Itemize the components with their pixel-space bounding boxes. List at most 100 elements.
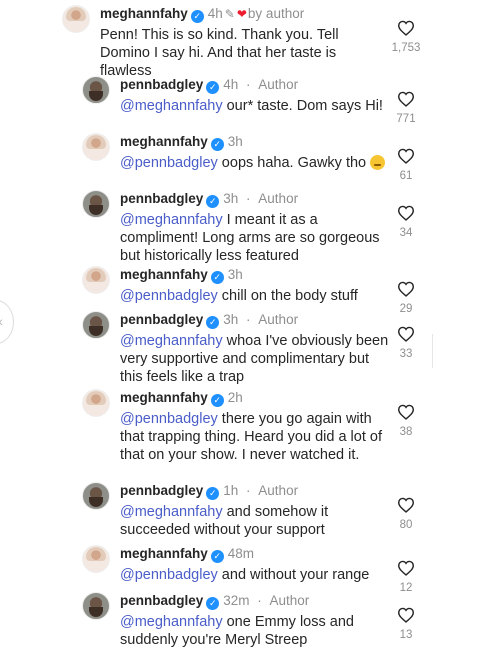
mention-link[interactable]: @pennbadgley bbox=[120, 567, 218, 583]
mention-link[interactable]: @meghannfahy bbox=[120, 212, 223, 228]
avatar[interactable] bbox=[82, 389, 110, 417]
like-button[interactable]: 1,753 bbox=[386, 20, 426, 54]
previous-arrow-button[interactable]: ‹ bbox=[0, 300, 14, 344]
comment-text: @meghannfahy and somehow it succeeded wi… bbox=[120, 503, 390, 539]
like-button[interactable]: 80 bbox=[386, 497, 426, 531]
author-label: Author bbox=[258, 191, 299, 206]
author-label: Author bbox=[258, 312, 299, 327]
comment-body: and without your range bbox=[217, 567, 370, 583]
verified-badge-icon: ✓ bbox=[206, 487, 220, 500]
heart-outline-icon bbox=[397, 205, 415, 221]
pin-icon: ✎ bbox=[224, 7, 235, 21]
mention-link[interactable]: @pennbadgley bbox=[120, 411, 218, 427]
comment-header: pennbadgley ✓ 1h · Author bbox=[120, 483, 299, 500]
comment-header: pennbadgley ✓ 3h · Author bbox=[120, 312, 299, 329]
mention-link[interactable]: @pennbadgley bbox=[120, 155, 218, 171]
like-count: 34 bbox=[399, 227, 413, 239]
avatar[interactable] bbox=[82, 133, 110, 161]
like-count: 1,753 bbox=[391, 42, 421, 54]
username[interactable]: meghannfahy bbox=[120, 134, 208, 149]
heart-outline-icon bbox=[397, 560, 415, 576]
mention-link[interactable]: @meghannfahy bbox=[120, 333, 223, 349]
username[interactable]: pennbadgley bbox=[120, 312, 203, 327]
like-button[interactable]: 13 bbox=[386, 607, 426, 641]
heart-outline-icon bbox=[397, 148, 415, 164]
username[interactable]: pennbadgley bbox=[120, 483, 203, 498]
comment-text: @pennbadgley and without your range bbox=[120, 566, 390, 584]
username[interactable]: pennbadgley bbox=[120, 191, 203, 206]
comment-body: oops haha. Gawky tho bbox=[217, 155, 367, 171]
comment-header: meghannfahy ✓ 3h bbox=[120, 133, 243, 151]
comment-header: pennbadgley ✓ 4h · Author bbox=[120, 77, 299, 94]
scroll-indicator bbox=[432, 334, 433, 368]
like-count: 13 bbox=[399, 629, 413, 641]
verified-badge-icon: ✓ bbox=[206, 597, 220, 610]
username[interactable]: meghannfahy bbox=[120, 390, 208, 405]
verified-badge-icon: ✓ bbox=[210, 394, 224, 407]
avatar[interactable] bbox=[82, 482, 110, 510]
comment-header: pennbadgley ✓ 32m · Author bbox=[120, 593, 310, 610]
heart-outline-icon bbox=[397, 326, 415, 342]
like-button[interactable]: 34 bbox=[386, 205, 426, 239]
chevron-left-icon: ‹ bbox=[0, 313, 3, 329]
username[interactable]: meghannfahy bbox=[120, 546, 208, 561]
like-count: 38 bbox=[399, 426, 413, 438]
comment-time: 4h bbox=[207, 6, 223, 21]
verified-badge-icon: ✓ bbox=[210, 271, 224, 284]
comment-time: 32m bbox=[223, 593, 250, 608]
mention-link[interactable]: @meghannfahy bbox=[120, 614, 223, 630]
mention-link[interactable]: @meghannfahy bbox=[120, 98, 223, 114]
verified-badge-icon: ✓ bbox=[210, 550, 224, 563]
comment-body: our* taste. Dom says Hi! bbox=[222, 98, 383, 114]
comment-body: Penn! This is so kind. Thank you. Tell D… bbox=[100, 27, 339, 79]
comment-time: 3h bbox=[227, 134, 243, 149]
avatar[interactable] bbox=[82, 592, 110, 620]
avatar[interactable] bbox=[82, 311, 110, 339]
comment-text: Penn! This is so kind. Thank you. Tell D… bbox=[100, 26, 375, 80]
verified-badge-icon: ✓ bbox=[206, 195, 220, 208]
comment-text: @pennbadgley chill on the body stuff bbox=[120, 287, 390, 305]
comment-header: meghannfahy ✓ 2h bbox=[120, 389, 243, 407]
author-label: Author bbox=[269, 593, 310, 608]
like-button[interactable]: 61 bbox=[386, 148, 426, 182]
comment-time: 3h bbox=[223, 191, 239, 206]
comment-time: 1h bbox=[223, 483, 239, 498]
author-label: Author bbox=[258, 483, 299, 498]
comment-header: meghannfahy ✓ 4h ✎ ❤by author bbox=[100, 5, 304, 23]
comment-text: @meghannfahy one Emmy loss and suddenly … bbox=[120, 613, 390, 649]
author-label: Author bbox=[258, 77, 299, 92]
comment-header: pennbadgley ✓ 3h · Author bbox=[120, 191, 299, 208]
verified-badge-icon: ✓ bbox=[190, 10, 204, 23]
like-button[interactable]: 12 bbox=[386, 560, 426, 594]
comment-header: meghannfahy ✓ 48m bbox=[120, 545, 254, 563]
username[interactable]: pennbadgley bbox=[120, 593, 203, 608]
like-button[interactable]: 29 bbox=[386, 281, 426, 315]
like-count: 12 bbox=[399, 582, 413, 594]
heart-outline-icon bbox=[397, 281, 415, 297]
heart-outline-icon bbox=[397, 607, 415, 623]
like-button[interactable]: 38 bbox=[386, 404, 426, 438]
username[interactable]: pennbadgley bbox=[120, 77, 203, 92]
heart-outline-icon bbox=[397, 20, 415, 36]
comment-text: @meghannfahy whoa I've obviously been ve… bbox=[120, 332, 390, 386]
avatar[interactable] bbox=[82, 76, 110, 104]
comment-body: chill on the body stuff bbox=[217, 288, 358, 304]
comment-time: 2h bbox=[227, 390, 243, 405]
username[interactable]: meghannfahy bbox=[100, 6, 188, 21]
like-button[interactable]: 33 bbox=[386, 326, 426, 360]
like-count: 29 bbox=[399, 303, 413, 315]
comment-time: 48m bbox=[227, 546, 255, 561]
heart-outline-icon bbox=[397, 497, 415, 513]
avatar[interactable] bbox=[82, 545, 110, 573]
mention-link[interactable]: @meghannfahy bbox=[120, 504, 223, 520]
like-button[interactable]: 771 bbox=[386, 91, 426, 125]
like-count: 61 bbox=[399, 170, 413, 182]
avatar[interactable] bbox=[62, 5, 90, 33]
like-count: 80 bbox=[399, 519, 413, 531]
mention-link[interactable]: @pennbadgley bbox=[120, 288, 218, 304]
username[interactable]: meghannfahy bbox=[120, 267, 208, 282]
heart-outline-icon bbox=[397, 91, 415, 107]
avatar[interactable] bbox=[82, 266, 110, 294]
avatar[interactable] bbox=[82, 190, 110, 218]
heart-filled-icon: ❤ bbox=[236, 7, 247, 21]
